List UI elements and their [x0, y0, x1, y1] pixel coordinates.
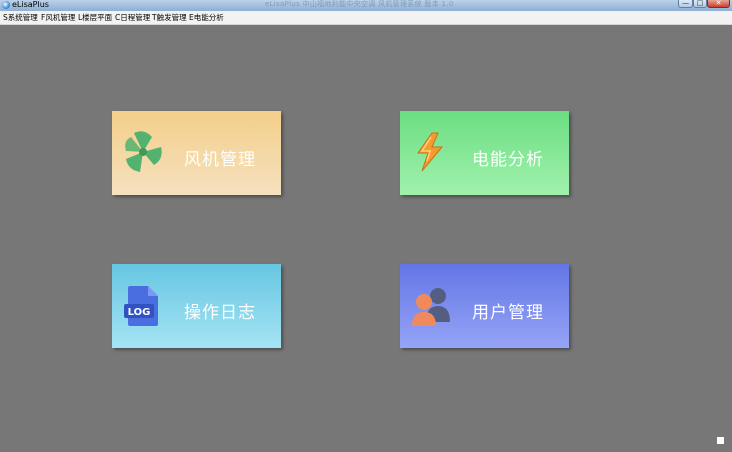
menu-trigger[interactable]: T触发管理: [152, 11, 187, 25]
fan-management-label: 风机管理: [184, 150, 256, 170]
energy-analysis-tile[interactable]: 电能分析: [400, 111, 569, 195]
close-button[interactable]: ✕: [707, 0, 730, 8]
operation-log-tile[interactable]: LOG 操作日志: [112, 264, 281, 348]
app-logo-icon: [2, 1, 10, 9]
user-management-tile[interactable]: 用户管理: [400, 264, 569, 348]
window-title: eLisaPlus: [12, 0, 49, 9]
menu-floor-plan[interactable]: L楼层平面: [78, 11, 112, 25]
menu-schedule[interactable]: C日程管理: [115, 11, 150, 25]
menu-fan[interactable]: F风机管理: [41, 11, 75, 25]
menu-system[interactable]: S系统管理: [3, 11, 38, 25]
minimize-button[interactable]: —: [678, 0, 693, 8]
menu-energy[interactable]: E电能分析: [189, 11, 224, 25]
menu-bar: S系统管理 F风机管理 L楼层平面 C日程管理 T触发管理 E电能分析: [0, 11, 732, 25]
resize-grip[interactable]: [717, 437, 724, 444]
fan-management-tile[interactable]: 风机管理: [112, 111, 281, 195]
operation-log-label: 操作日志: [184, 303, 256, 323]
user-management-label: 用户管理: [472, 303, 544, 323]
fan-icon: [125, 131, 162, 172]
maximize-button[interactable]: □: [693, 0, 707, 8]
log-icon-text: LOG: [128, 307, 151, 318]
users-icon: [412, 288, 450, 326]
title-bar: eLisaPlus eLisaPlus 中山福地利能中央空调 风机管理系统 版本…: [0, 0, 732, 11]
log-file-icon: LOG: [124, 286, 158, 326]
window-caption: eLisaPlus 中山福地利能中央空调 风机管理系统 版本 1.0: [265, 0, 454, 8]
energy-analysis-label: 电能分析: [472, 150, 544, 170]
lightning-bolt-icon: [417, 132, 444, 172]
